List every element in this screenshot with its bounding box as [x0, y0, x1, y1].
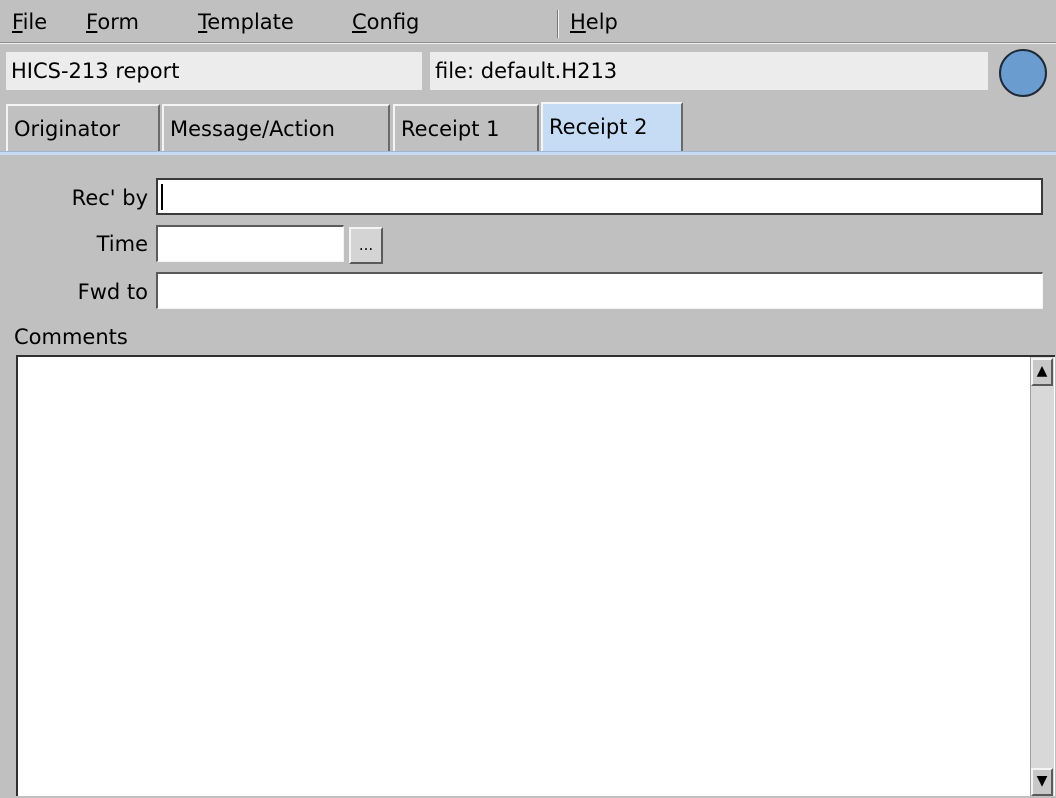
tab-receipt-2[interactable]: Receipt 2 [541, 102, 683, 152]
menu-template[interactable]: Template [198, 9, 294, 35]
rec-by-input[interactable] [156, 178, 1043, 215]
status-indicator-icon [999, 49, 1047, 97]
rec-by-label: Rec' by [71, 186, 148, 210]
form-name-display: HICS-213 report [6, 52, 422, 90]
menu-divider [0, 42, 1056, 44]
tab-underline [0, 151, 1056, 155]
comments-textarea[interactable] [16, 355, 1055, 796]
tab-originator[interactable]: Originator [6, 104, 160, 152]
menu-config[interactable]: Config [352, 9, 419, 35]
comments-scrollbar[interactable] [1030, 357, 1054, 796]
time-label: Time [96, 232, 148, 256]
menu-form[interactable]: Form [86, 9, 139, 35]
menu-separator [557, 10, 559, 38]
menu-file[interactable]: File [12, 9, 47, 35]
tab-receipt-1[interactable]: Receipt 1 [393, 104, 539, 152]
file-name-display: file: default.H213 [430, 52, 988, 90]
text-caret [161, 184, 163, 210]
menu-bar: File Form Template Config Help [0, 0, 1056, 42]
scroll-down-icon[interactable]: ▼ [1031, 768, 1053, 796]
scroll-up-icon[interactable]: ▲ [1031, 358, 1053, 386]
comments-label: Comments [14, 325, 128, 349]
time-input[interactable] [156, 225, 344, 262]
menu-help[interactable]: Help [570, 9, 618, 35]
info-bar: HICS-213 report file: default.H213 [0, 45, 1056, 97]
tab-message-action[interactable]: Message/Action [162, 104, 390, 152]
time-picker-button[interactable]: ... [349, 227, 383, 264]
tab-bar: Originator Message/Action Receipt 1 Rece… [0, 100, 1056, 152]
fwd-to-label: Fwd to [77, 280, 148, 304]
fwd-to-input[interactable] [156, 272, 1043, 309]
